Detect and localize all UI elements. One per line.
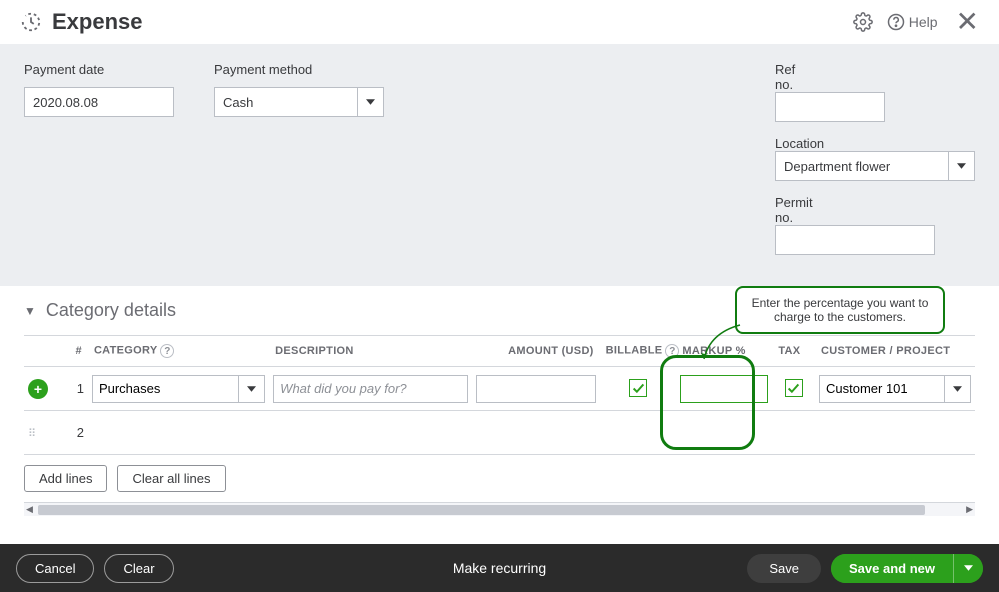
table-row: ⠿ 2 [24, 411, 975, 455]
ref-no-label: Ref no. [775, 62, 795, 92]
scroll-right-icon[interactable]: ▶ [966, 504, 973, 515]
close-button[interactable]: ✕ [952, 8, 983, 36]
scroll-thumb[interactable] [38, 505, 925, 515]
save-and-new-group: Save and new [831, 554, 983, 583]
save-and-new-button[interactable]: Save and new [831, 554, 953, 583]
gear-icon[interactable] [853, 12, 873, 32]
description-input[interactable] [273, 375, 468, 403]
tax-checkbox[interactable] [785, 379, 803, 397]
permit-no-label: Permit no. [775, 195, 813, 225]
th-amount: AMOUNT (USD) [472, 336, 600, 367]
grid-actions: Add lines Clear all lines [24, 465, 975, 502]
location-label: Location [775, 136, 824, 151]
page-header: Expense Help ✕ [0, 0, 999, 44]
line-items-table: # CATEGORY? DESCRIPTION AMOUNT (USD) BIL… [24, 335, 975, 455]
payment-method-label: Payment method [214, 62, 384, 77]
customer-input[interactable] [819, 375, 945, 403]
form-area: Payment date Payment method Ref no. Loca… [0, 44, 999, 286]
clear-all-lines-button[interactable]: Clear all lines [117, 465, 225, 492]
category-input[interactable] [92, 375, 239, 403]
payment-method-input[interactable] [214, 87, 358, 117]
row-number: 1 [56, 367, 88, 411]
th-billable: BILLABLE? [600, 336, 677, 367]
th-markup: MARKUP % [676, 336, 772, 367]
payment-method-caret[interactable] [358, 87, 384, 117]
payment-date-field: Payment date [24, 62, 174, 255]
save-button[interactable]: Save [747, 554, 821, 583]
history-icon[interactable] [20, 11, 42, 33]
drag-handle-icon[interactable]: ⠿ [28, 427, 37, 440]
markup-input[interactable] [680, 375, 768, 403]
location-input[interactable] [775, 151, 949, 181]
header-left: Expense [20, 9, 143, 35]
payment-date-input[interactable] [24, 87, 174, 117]
th-customer: CUSTOMER / PROJECT [815, 336, 975, 367]
payment-method-field: Payment method [214, 62, 384, 255]
callout-text: Enter the percentage you want to charge … [752, 296, 929, 324]
footer-right: Save Save and new [747, 554, 983, 583]
table-row: + 1 [24, 367, 975, 411]
page-title: Expense [52, 9, 143, 35]
th-description: DESCRIPTION [269, 336, 472, 367]
location-caret[interactable] [949, 151, 975, 181]
form-row: Payment date Payment method Ref no. Loca… [24, 62, 975, 255]
table-header-row: # CATEGORY? DESCRIPTION AMOUNT (USD) BIL… [24, 336, 975, 367]
clear-button[interactable]: Clear [104, 554, 173, 583]
permit-no-input[interactable] [775, 225, 935, 255]
header-right: Help ✕ [853, 8, 983, 36]
save-and-new-caret[interactable] [953, 554, 983, 583]
billable-help-icon[interactable]: ? [665, 344, 679, 358]
scroll-left-icon[interactable]: ◀ [26, 504, 33, 515]
markup-callout: Enter the percentage you want to charge … [735, 286, 945, 334]
help-label: Help [909, 14, 938, 30]
category-help-icon[interactable]: ? [160, 344, 174, 358]
category-caret[interactable] [239, 375, 265, 403]
help-icon [887, 13, 905, 31]
make-recurring-link[interactable]: Make recurring [453, 560, 546, 576]
section-collapse-caret: ▼ [24, 304, 36, 318]
th-num: # [56, 336, 88, 367]
customer-caret[interactable] [945, 375, 971, 403]
help-link[interactable]: Help [887, 13, 938, 31]
th-add [24, 336, 56, 367]
right-column: Ref no. Location Permit no. [775, 62, 975, 255]
amount-input[interactable] [476, 375, 596, 403]
ref-no-input[interactable] [775, 92, 885, 122]
add-lines-button[interactable]: Add lines [24, 465, 107, 492]
th-category: CATEGORY? [88, 336, 269, 367]
th-tax: TAX [772, 336, 815, 367]
payment-date-label: Payment date [24, 62, 174, 77]
horizontal-scrollbar[interactable]: ◀ ▶ [24, 502, 975, 516]
footer-bar: Cancel Clear Make recurring Save Save an… [0, 544, 999, 592]
row-number: 2 [56, 411, 88, 455]
footer-left: Cancel Clear [16, 554, 174, 583]
billable-checkbox[interactable] [629, 379, 647, 397]
cancel-button[interactable]: Cancel [16, 554, 94, 583]
section-title: Category details [46, 300, 176, 321]
add-line-button[interactable]: + [28, 379, 48, 399]
